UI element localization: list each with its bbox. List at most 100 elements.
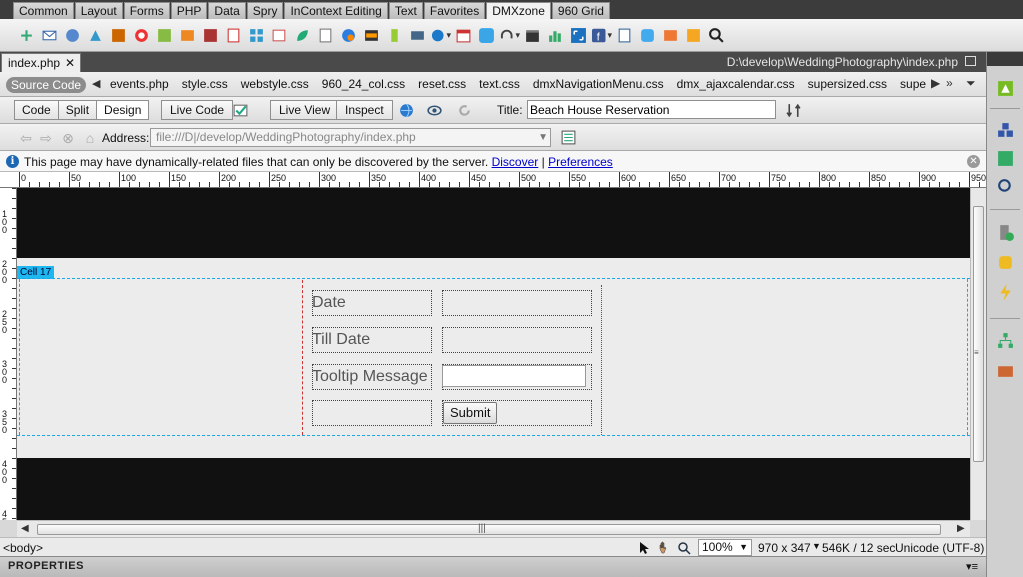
hand-tool-icon[interactable] (656, 540, 672, 556)
home-icon[interactable]: ⌂ (82, 130, 98, 146)
twitter-icon[interactable] (476, 25, 497, 46)
insert-tab-spry[interactable]: Spry (246, 2, 284, 19)
rss-icon[interactable] (338, 25, 359, 46)
leaf-icon[interactable] (292, 25, 313, 46)
check-browser-icon[interactable] (230, 101, 250, 119)
window-size-dropdown-icon[interactable]: ▼ (812, 541, 821, 551)
file-management-icon[interactable] (783, 101, 803, 119)
window-icon[interactable] (361, 25, 382, 46)
related-file[interactable]: 960_24_col.css (322, 77, 405, 91)
back-icon[interactable]: ⇦ (18, 130, 34, 146)
chevron-down-icon[interactable]: ▼ (538, 129, 548, 146)
clapper-icon[interactable] (522, 25, 543, 46)
address-input[interactable]: file:///D|/develop/WeddingPhotography/in… (150, 128, 551, 147)
tooltip-icon[interactable] (683, 25, 704, 46)
related-file[interactable]: dmxNavigationMenu.css (533, 77, 664, 91)
edit-icon[interactable] (269, 25, 290, 46)
forward-icon[interactable]: ⇨ (38, 130, 54, 146)
image-icon[interactable] (131, 25, 152, 46)
document-icon[interactable] (614, 25, 635, 46)
grid-icon[interactable] (246, 25, 267, 46)
related-file[interactable]: text.css (479, 77, 520, 91)
widget-icon[interactable] (154, 25, 175, 46)
submit-button[interactable]: Submit (443, 402, 498, 424)
related-file[interactable]: dmx_ajaxcalendar.css (677, 77, 795, 91)
insert-panel-icon[interactable] (995, 78, 1016, 99)
hyperlink-icon[interactable] (16, 25, 37, 46)
toggle-icon[interactable] (660, 25, 681, 46)
pointer-tool-icon[interactable] (636, 540, 652, 556)
note-icon[interactable] (315, 25, 336, 46)
more-files-icon[interactable]: » (946, 76, 953, 90)
chart-icon[interactable] (545, 25, 566, 46)
scroll-right-icon[interactable]: ▶ (931, 76, 940, 90)
media-icon[interactable] (108, 25, 129, 46)
insert-tab-common[interactable]: Common (13, 2, 74, 19)
video-icon[interactable] (407, 25, 428, 46)
bottle-icon[interactable] (384, 25, 405, 46)
design-view-button[interactable]: Design (96, 100, 150, 120)
window-size[interactable]: 970 x 347 (758, 541, 811, 555)
slideshow-icon[interactable] (200, 25, 221, 46)
insert-tab-favorites[interactable]: Favorites (423, 2, 486, 19)
split-view-button[interactable]: Split (57, 100, 98, 120)
insert-tab-php[interactable]: PHP (170, 2, 208, 19)
inspect-panel-icon[interactable] (995, 176, 1016, 197)
design-canvas[interactable]: Cell 17 Date Till Date Tooltip Message S… (17, 188, 970, 520)
discover-link[interactable]: Discover (492, 155, 539, 169)
behaviors-icon[interactable] (995, 282, 1016, 303)
horizontal-scrollbar[interactable]: ◀ ||| ▶ (17, 520, 970, 537)
insert-tab-text[interactable]: Text (388, 2, 423, 19)
search-icon[interactable] (706, 25, 727, 46)
files-panel-icon[interactable] (995, 330, 1016, 351)
vertical-scrollbar[interactable]: ≡ (970, 188, 986, 520)
insert-tab-forms[interactable]: Forms (123, 2, 170, 19)
scroll-left-icon[interactable]: ◀ (21, 523, 29, 534)
accordion-icon[interactable] (637, 25, 658, 46)
code-view-button[interactable]: Code (14, 100, 59, 120)
document-tab[interactable]: index.php ✕ (1, 53, 81, 72)
fullscreen-icon[interactable] (568, 25, 589, 46)
live-code-button[interactable]: Live Code (161, 100, 234, 120)
css-styles-icon[interactable] (995, 120, 1016, 141)
ap-elements-icon[interactable] (995, 148, 1016, 169)
gallery-icon[interactable] (177, 25, 198, 46)
related-file[interactable]: reset.css (418, 77, 466, 91)
scroll-right-icon[interactable]: ▶ (957, 523, 965, 534)
panel-menu-icon[interactable]: ▾≡ (966, 560, 978, 573)
filter-icon[interactable]: ⏷ (966, 76, 976, 91)
properties-panel-header[interactable]: PROPERTIES ▾≡ (0, 556, 986, 577)
insert-tab-layout[interactable]: Layout (74, 2, 123, 19)
insert-tab-data[interactable]: Data (208, 2, 246, 19)
related-file[interactable]: style.css (182, 77, 228, 91)
menu-icon[interactable] (85, 25, 106, 46)
databases-icon[interactable] (995, 252, 1016, 273)
browse-options-icon[interactable] (558, 128, 578, 146)
zoom-select[interactable]: 100% ▼ (698, 539, 752, 556)
insert-tab-dmxzone[interactable]: DMXzone (486, 2, 551, 19)
close-icon[interactable]: ✕ (65, 54, 75, 72)
related-file[interactable]: supersized.sh (900, 77, 926, 91)
headphones-icon[interactable] (499, 25, 520, 46)
live-view-button[interactable]: Live View (270, 100, 340, 120)
pdf-icon[interactable] (223, 25, 244, 46)
facebook-icon[interactable]: f (591, 25, 612, 46)
email-link-icon[interactable] (39, 25, 60, 46)
title-input[interactable] (527, 100, 776, 119)
close-icon[interactable]: ✕ (967, 155, 980, 168)
server-behaviors-icon[interactable] (995, 222, 1016, 243)
preferences-link[interactable]: Preferences (548, 155, 613, 169)
restore-icon[interactable] (965, 56, 976, 66)
horizontal-scroll-thumb[interactable]: ||| (37, 523, 941, 535)
inspect-button[interactable]: Inspect (336, 100, 393, 120)
refresh-icon[interactable] (454, 101, 474, 119)
preview-browser-icon[interactable] (396, 101, 416, 119)
scroll-left-icon[interactable]: ◀ (92, 77, 100, 90)
zoom-tool-icon[interactable] (676, 540, 692, 556)
tag-selector[interactable]: <body> (3, 541, 43, 555)
vertical-scroll-thumb[interactable] (973, 206, 984, 462)
insert-tab-incontext-editing[interactable]: InContext Editing (284, 2, 388, 19)
assets-panel-icon[interactable] (995, 360, 1016, 381)
related-file[interactable]: webstyle.css (241, 77, 309, 91)
visual-aids-icon[interactable] (424, 101, 444, 119)
